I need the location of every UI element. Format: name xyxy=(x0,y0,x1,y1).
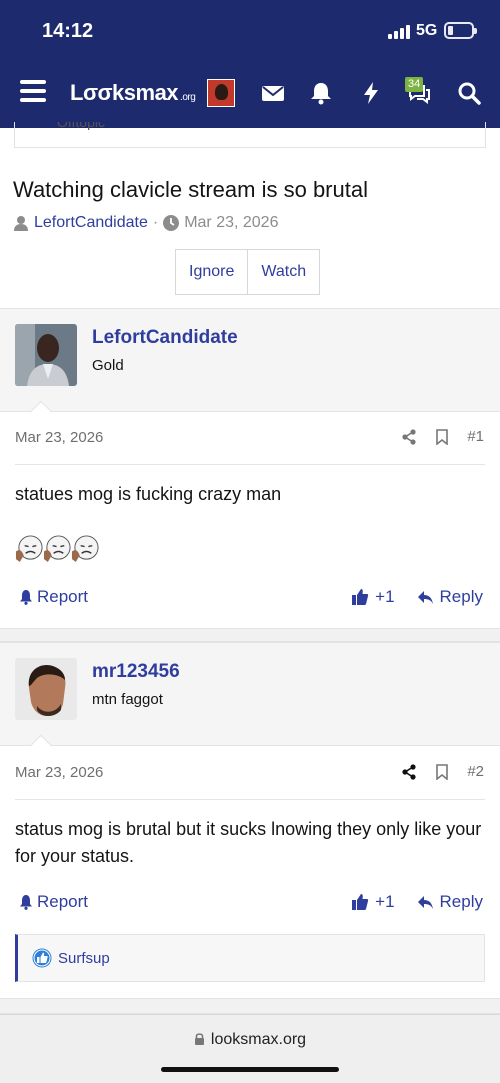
nav-bar: Lσσksmax .org xyxy=(0,70,500,116)
post-actions: #1 xyxy=(401,428,484,445)
logo-text: Lσσksmax xyxy=(70,80,179,105)
reply-icon xyxy=(417,895,433,909)
menu-icon[interactable] xyxy=(20,80,46,102)
home-indicator[interactable] xyxy=(161,1067,339,1072)
lock-icon xyxy=(194,1033,204,1045)
watch-button[interactable]: Watch xyxy=(247,250,319,294)
logo-suffix: .org xyxy=(180,92,196,103)
browser-url-bar[interactable]: looksmax.org xyxy=(0,1014,500,1083)
like-count: +1 xyxy=(375,587,395,606)
reaction-list[interactable]: Surfsup xyxy=(15,934,485,982)
network-type: 5G xyxy=(416,22,438,39)
reaction-user[interactable]: Surfsup xyxy=(58,950,110,967)
post-number[interactable]: #2 xyxy=(467,763,484,780)
thumbs-up-icon xyxy=(352,894,369,910)
user-title: mtn faggot xyxy=(92,691,163,708)
app-header: 14:12 5G Lσσksmax .org 34 xyxy=(0,0,500,128)
post-footer-actions: +1 Reply xyxy=(351,892,483,912)
share-icon[interactable] xyxy=(401,428,417,445)
ignore-button[interactable]: Ignore xyxy=(176,250,247,294)
post-number[interactable]: #1 xyxy=(467,428,484,445)
username[interactable]: LefortCandidate xyxy=(92,327,238,349)
like-button[interactable]: +1 xyxy=(351,587,395,607)
search-icon[interactable] xyxy=(456,80,482,106)
site-logo[interactable]: Lσσksmax .org xyxy=(70,80,196,106)
url-display[interactable]: looksmax.org xyxy=(0,1031,500,1049)
post-footer-actions: +1 Reply xyxy=(351,587,483,607)
breadcrumb-label: Offtopic xyxy=(57,122,105,130)
url-text: looksmax.org xyxy=(210,1031,307,1048)
post-body: status mog is brutal but it sucks lnowin… xyxy=(15,819,482,866)
post-separator xyxy=(0,998,500,1014)
post-separator xyxy=(0,628,500,642)
bolt-icon[interactable] xyxy=(358,80,384,106)
share-icon[interactable] xyxy=(401,763,417,780)
thread-actions: Ignore Watch xyxy=(175,249,321,295)
meta-separator: · xyxy=(152,214,159,231)
bell-icon xyxy=(20,590,32,605)
user-icon xyxy=(14,216,28,231)
crying-emoji-icon xyxy=(15,535,43,563)
report-label: Report xyxy=(37,892,89,911)
thread-meta: LefortCandidate · Mar 23, 2026 xyxy=(13,214,278,232)
bubble-pointer xyxy=(29,734,53,758)
thread-date: Mar 23, 2026 xyxy=(184,214,279,231)
user-title: Gold xyxy=(92,357,124,374)
status-time: 14:12 xyxy=(42,20,94,42)
battery-icon xyxy=(444,22,477,39)
breadcrumb[interactable]: Offtopic xyxy=(14,122,486,148)
reply-button[interactable]: Reply xyxy=(417,587,483,607)
post-user-bar: LefortCandidate Gold xyxy=(0,308,500,424)
username[interactable]: mr123456 xyxy=(92,661,180,683)
bookmark-icon[interactable] xyxy=(435,428,449,445)
report-button[interactable]: Report xyxy=(18,892,88,912)
crying-emoji-icon xyxy=(43,535,71,563)
post-user-bar: mr123456 mtn faggot xyxy=(0,642,500,758)
reply-label: Reply xyxy=(439,587,483,606)
thread-title: Watching clavicle stream is so brutal xyxy=(13,177,368,202)
report-button[interactable]: Report xyxy=(18,587,88,607)
emoji-row xyxy=(15,534,99,563)
notification-badge: 34 xyxy=(405,77,424,92)
post-actions: #2 xyxy=(401,763,484,780)
bookmark-icon[interactable] xyxy=(435,763,449,780)
reply-label: Reply xyxy=(439,892,483,911)
like-reaction-icon xyxy=(32,948,52,968)
signal-icon xyxy=(388,25,410,39)
post-date[interactable]: Mar 23, 2026 xyxy=(15,429,103,446)
clock-icon xyxy=(163,215,180,231)
post-date[interactable]: Mar 23, 2026 xyxy=(15,764,103,781)
like-count: +1 xyxy=(375,892,395,911)
reply-button[interactable]: Reply xyxy=(417,892,483,912)
post-divider xyxy=(15,464,485,465)
thumbs-up-icon xyxy=(352,589,369,605)
post-body: statues mog is fucking crazy man xyxy=(15,484,282,504)
avatar[interactable] xyxy=(15,324,77,386)
report-label: Report xyxy=(37,587,89,606)
account-avatar[interactable] xyxy=(207,79,235,107)
avatar[interactable] xyxy=(15,658,77,720)
like-button[interactable]: +1 xyxy=(351,892,395,912)
thread-author[interactable]: LefortCandidate xyxy=(34,214,148,232)
reply-icon xyxy=(417,590,433,604)
post-divider xyxy=(15,799,485,800)
bubble-pointer xyxy=(29,400,53,424)
bell-icon[interactable] xyxy=(308,80,334,106)
envelope-icon[interactable] xyxy=(260,80,286,106)
bell-icon xyxy=(20,895,32,910)
crying-emoji-icon xyxy=(71,535,99,563)
